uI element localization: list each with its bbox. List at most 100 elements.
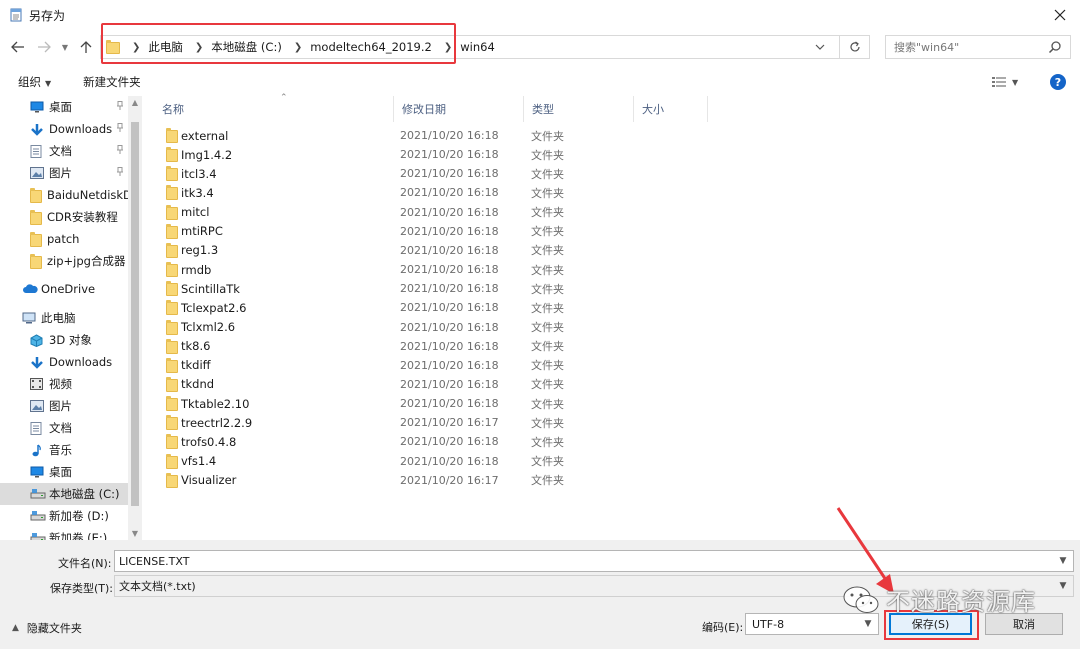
close-button[interactable]: [1040, 0, 1080, 30]
file-row[interactable]: tkdiff 2021/10/20 16:18 文件夹: [146, 356, 586, 375]
breadcrumb-local-disk[interactable]: 本地磁盘 (C:): [211, 39, 282, 55]
search-input[interactable]: 搜索"win64": [885, 35, 1071, 59]
file-type: 文件夹: [531, 129, 564, 143]
file-row[interactable]: treectrl2.2.9 2021/10/20 16:17 文件夹: [146, 413, 586, 432]
file-row[interactable]: vfs1.4 2021/10/20 16:18 文件夹: [146, 452, 586, 471]
breadcrumb-win64[interactable]: win64: [460, 40, 495, 54]
nav-item[interactable]: patch: [0, 228, 128, 250]
chevron-down-icon[interactable]: ▼: [860, 614, 876, 634]
details-view-icon: [992, 77, 1006, 87]
address-bar[interactable]: ❯ 此电脑 ❯ 本地磁盘 (C:) ❯ modeltech64_2019.2 ❯…: [100, 35, 870, 59]
file-row[interactable]: Tclexpat2.6 2021/10/20 16:18 文件夹: [146, 298, 586, 317]
chevron-down-icon[interactable]: ▼: [1055, 551, 1071, 571]
file-row[interactable]: rmdb 2021/10/20 16:18 文件夹: [146, 260, 586, 279]
nav-item[interactable]: 音乐: [0, 439, 128, 461]
scroll-thumb[interactable]: [131, 122, 139, 506]
file-type: 文件夹: [531, 301, 564, 315]
cancel-button[interactable]: 取消: [985, 613, 1063, 635]
new-folder-button[interactable]: 新建文件夹: [83, 74, 141, 90]
folder-icon: [166, 338, 178, 354]
nav-item[interactable]: 文档: [0, 417, 128, 439]
file-row[interactable]: tk8.6 2021/10/20 16:18 文件夹: [146, 337, 586, 356]
file-row[interactable]: mitcl 2021/10/20 16:18 文件夹: [146, 203, 586, 222]
nav-item[interactable]: Downloads: [0, 351, 128, 373]
file-row[interactable]: trofs0.4.8 2021/10/20 16:18 文件夹: [146, 432, 586, 451]
nav-item[interactable]: 文档: [0, 140, 128, 162]
nav-item-label: 新加卷 (E:): [49, 531, 108, 540]
column-header-size[interactable]: 大小: [634, 96, 708, 122]
nav-item[interactable]: 本地磁盘 (C:): [0, 483, 128, 505]
nav-item[interactable]: CDR安装教程: [0, 206, 128, 228]
file-row[interactable]: mtiRPC 2021/10/20 16:18 文件夹: [146, 222, 586, 241]
desktop-icon: [30, 101, 44, 114]
help-button[interactable]: ?: [1050, 74, 1066, 90]
pin-icon: [116, 101, 124, 113]
file-date: 2021/10/20 16:18: [400, 435, 499, 449]
file-type: 文件夹: [531, 359, 564, 373]
nav-item-label: 桌面: [49, 100, 72, 114]
chevron-down-icon: ▼: [61, 42, 69, 52]
column-header-type[interactable]: 类型: [524, 96, 634, 122]
file-type: 文件夹: [531, 282, 564, 296]
save-button[interactable]: 保存(S): [889, 613, 972, 635]
document-icon: [30, 144, 44, 158]
scroll-up-icon[interactable]: ▲: [128, 98, 142, 107]
nav-item[interactable]: 视频: [0, 373, 128, 395]
nav-item[interactable]: 新加卷 (E:): [0, 527, 128, 540]
refresh-button[interactable]: [839, 36, 869, 58]
nav-item[interactable]: 此电脑: [0, 307, 128, 329]
address-history-button[interactable]: [811, 36, 829, 58]
file-type: 文件夹: [531, 340, 564, 354]
column-header-name[interactable]: 名称 ⌃: [154, 93, 394, 122]
nav-item[interactable]: 3D 对象: [0, 329, 128, 351]
nav-item[interactable]: BaiduNetdiskD: [0, 184, 128, 206]
nav-item[interactable]: OneDrive: [0, 278, 128, 300]
file-row[interactable]: Visualizer 2021/10/20 16:17 文件夹: [146, 471, 586, 490]
recent-locations-button[interactable]: ▼: [59, 36, 71, 58]
file-row[interactable]: itcl3.4 2021/10/20 16:18 文件夹: [146, 164, 586, 183]
file-row[interactable]: Tclxml2.6 2021/10/20 16:18 文件夹: [146, 318, 586, 337]
back-button[interactable]: [10, 36, 26, 58]
file-row[interactable]: external 2021/10/20 16:18 文件夹: [146, 126, 586, 145]
nav-item[interactable]: 桌面: [0, 461, 128, 483]
nav-item-label: 图片: [49, 399, 72, 413]
hide-folders-button[interactable]: ▲ 隐藏文件夹: [12, 620, 82, 636]
encoding-select[interactable]: UTF-8 ▼: [745, 613, 879, 635]
nav-item[interactable]: 图片: [0, 162, 128, 184]
nav-item[interactable]: 桌面: [0, 96, 128, 118]
forward-button[interactable]: [36, 36, 52, 58]
folder-icon: [166, 204, 178, 220]
file-row[interactable]: tkdnd 2021/10/20 16:18 文件夹: [146, 375, 586, 394]
nav-item[interactable]: zip+jpg合成器: [0, 250, 128, 272]
chevron-down-icon[interactable]: ▼: [1055, 576, 1071, 596]
file-row[interactable]: Tktable2.10 2021/10/20 16:18 文件夹: [146, 394, 586, 413]
file-row[interactable]: itk3.4 2021/10/20 16:18 文件夹: [146, 183, 586, 202]
up-button[interactable]: [78, 36, 94, 58]
file-date: 2021/10/20 16:18: [400, 167, 499, 181]
folder-icon: [166, 185, 178, 201]
drive-icon: [30, 488, 46, 501]
organize-button[interactable]: 组织 ▼: [18, 74, 51, 90]
folder-icon: [166, 147, 178, 163]
filetype-select[interactable]: 文本文档(*.txt) ▼: [114, 575, 1074, 597]
nav-item[interactable]: 图片: [0, 395, 128, 417]
folder-icon: [166, 453, 178, 469]
breadcrumb-this-pc[interactable]: 此电脑: [148, 39, 183, 55]
file-row[interactable]: reg1.3 2021/10/20 16:18 文件夹: [146, 241, 586, 260]
nav-item[interactable]: Downloads: [0, 118, 128, 140]
column-header-date[interactable]: 修改日期: [394, 96, 524, 122]
view-options-button[interactable]: ▼: [992, 74, 1026, 90]
file-type: 文件夹: [531, 167, 564, 181]
folder-icon: [106, 40, 120, 54]
computer-icon: [22, 312, 36, 325]
scroll-down-icon[interactable]: ▼: [128, 529, 142, 538]
nav-item[interactable]: 新加卷 (D:): [0, 505, 128, 527]
nav-item-label: 3D 对象: [49, 333, 92, 347]
file-row[interactable]: ScintillaTk 2021/10/20 16:18 文件夹: [146, 279, 586, 298]
file-row[interactable]: Img1.4.2 2021/10/20 16:18 文件夹: [146, 145, 586, 164]
chevron-right-icon: ❯: [132, 41, 141, 53]
picture-icon: [30, 166, 44, 180]
filename-input[interactable]: LICENSE.TXT ▼: [114, 550, 1074, 572]
nav-scrollbar[interactable]: ▲ ▼: [128, 96, 142, 540]
breadcrumb-modeltech[interactable]: modeltech64_2019.2: [310, 40, 432, 54]
